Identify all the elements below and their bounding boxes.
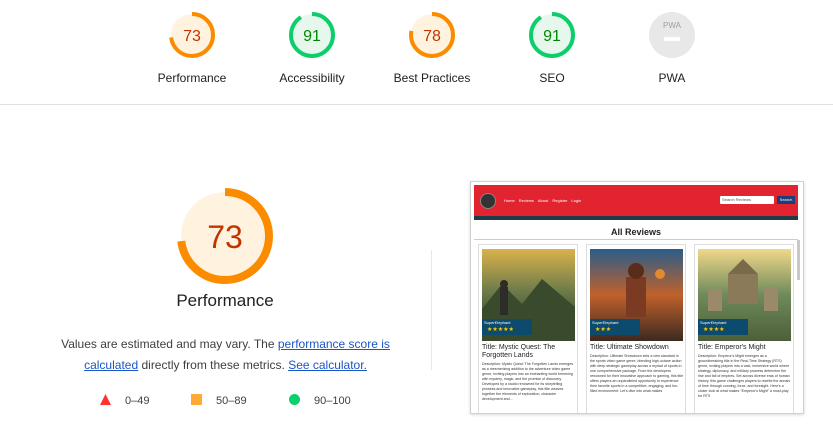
site-search-input: Search Reviews [720,196,774,204]
thumbnail-scrollbar[interactable] [797,240,800,280]
legend-pass: 90–100 [289,394,351,407]
review-title: Title: Emperor's Might [698,344,766,351]
gauge-performance[interactable]: 73 Performance [132,10,252,85]
review-card: SuperElephant ★★★★★ Title: Mystic Quest:… [478,244,578,413]
review-card: SuperElephant ★★★ Title: Ultimate Showdo… [586,244,686,413]
nav-link-home: Home [504,198,515,203]
pwa-badge-icon: PWA [649,12,695,58]
gauge-label: SEO [539,71,565,85]
site-heading: All Reviews [610,227,662,237]
legend-range: 90–100 [314,395,351,407]
gauge-label: Performance [157,71,227,85]
category-scores-header: 73 Performance 91 Accessibility 78 Best … [0,0,833,105]
desc-text: Values are estimated and may vary. The [61,337,278,351]
site-navbar: Home Reviews About Register Login Search… [474,185,798,216]
star-rating-icon: ★★★★ [698,325,748,335]
vertical-divider [431,250,432,370]
nav-link-register: Register [552,198,568,203]
site-nav-links: Home Reviews About Register Login [504,198,584,203]
green-circle-icon [289,394,300,405]
seo-gauge-ring: 91 [529,12,575,58]
performance-main-gauge: 73 Performance [100,186,350,311]
best-practices-score: 78 [423,28,441,45]
dash-icon [664,37,680,41]
star-rating-icon: ★★★★★ [482,325,532,335]
performance-description: Values are estimated and may vary. The p… [52,334,399,376]
best-practices-gauge-ring: 78 [409,12,455,58]
review-card: SuperElephant ★★★★ Title: Emperor's Migh… [694,244,794,413]
gauge-label: PWA [658,71,686,85]
performance-title: Performance [176,291,274,310]
site-separator [474,239,798,240]
performance-large-score: 73 [207,219,243,255]
review-description: Description: Mystic Quest: The Forgotten… [482,362,574,401]
nav-link-reviews: Reviews [518,198,534,203]
accessibility-score: 91 [303,28,321,45]
see-calculator-link[interactable]: See calculator. [288,358,367,372]
final-screenshot-thumbnail[interactable]: Home Reviews About Register Login Search… [470,181,804,414]
red-triangle-icon [100,394,111,405]
legend-fail: 0–49 [100,394,149,407]
legend-average: 50–89 [191,394,247,407]
legend-range: 50–89 [216,395,247,407]
review-description: Description: Ultimate Showdown sets a ne… [590,354,684,393]
review-description: Description: Emperor's Might emerges as … [698,354,791,398]
gauge-seo[interactable]: 91 SEO [492,10,612,85]
performance-gauge-ring: 73 [169,12,215,58]
performance-large-gauge-ring: 73 [177,188,273,284]
site-subbar [474,216,798,220]
orange-square-icon [191,394,202,405]
gauge-label: Best Practices [393,71,471,85]
gauge-pwa[interactable]: PWA PWA [612,10,732,85]
review-title: Title: Ultimate Showdown [590,344,669,351]
seo-score: 91 [543,28,561,45]
gauge-accessibility[interactable]: 91 Accessibility [252,10,372,85]
accessibility-gauge-ring: 91 [289,12,335,58]
gauge-label: Accessibility [279,71,345,85]
pwa-badge-text: PWA [663,21,682,30]
nav-link-login: Login [571,198,582,203]
gauge-best-practices[interactable]: 78 Best Practices [372,10,492,85]
nav-link-about: About [537,198,549,203]
performance-score: 73 [183,28,201,45]
desc-text-2: directly from these metrics. [138,358,289,372]
site-logo-icon [480,193,496,209]
review-title: Title: Mystic Quest: The Forgotten Lands [482,344,556,359]
site-search-button: Search [777,196,795,204]
star-rating-icon: ★★★ [590,325,640,335]
legend-range: 0–49 [125,395,150,407]
